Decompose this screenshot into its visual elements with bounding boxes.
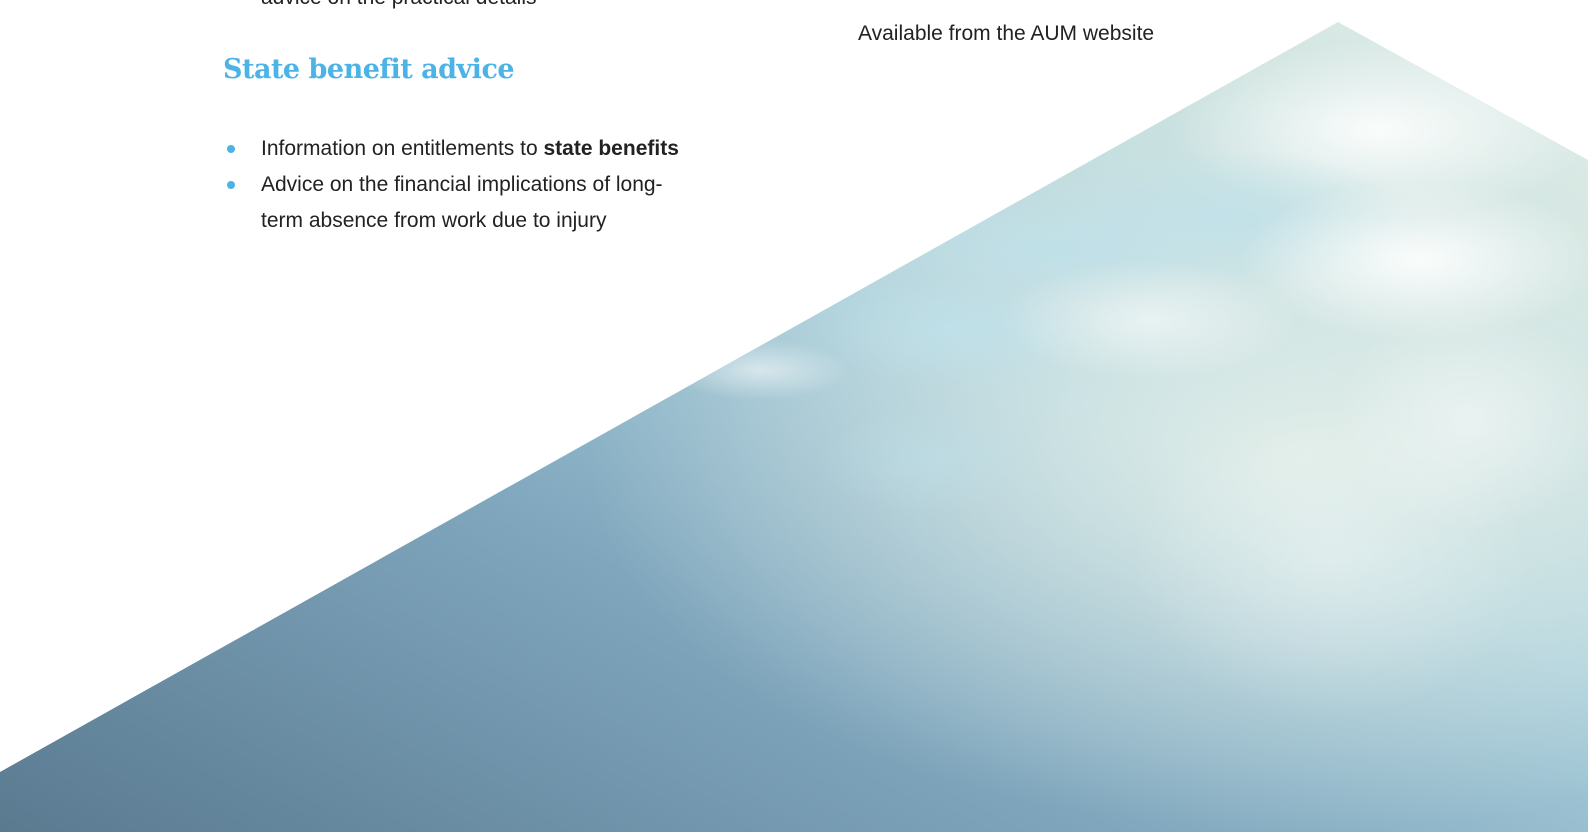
cut-off-text-line: advice on the practical details bbox=[261, 0, 537, 10]
section-heading: State benefit advice bbox=[223, 54, 515, 85]
bullet-list: Information on entitlements to state ben… bbox=[223, 131, 743, 239]
sky-image bbox=[0, 22, 1588, 832]
bullet-item-financial-implications: Advice on the financial implications of … bbox=[223, 167, 743, 239]
bullet-item-state-benefits: Information on entitlements to state ben… bbox=[223, 131, 743, 167]
available-note: Available from the AUM website bbox=[858, 22, 1155, 45]
bullet-dot-icon bbox=[227, 145, 235, 153]
bullet-text-line-1: Advice on the financial implications of … bbox=[261, 173, 663, 196]
bullet-text: Information on entitlements to bbox=[261, 137, 544, 160]
bullet-text-bold: state benefits bbox=[543, 137, 679, 160]
brochure-page: advice on the practical details Availabl… bbox=[0, 0, 1588, 832]
bullet-dot-icon bbox=[227, 181, 235, 189]
bullet-text-line-2: term absence from work due to injury bbox=[261, 209, 607, 232]
